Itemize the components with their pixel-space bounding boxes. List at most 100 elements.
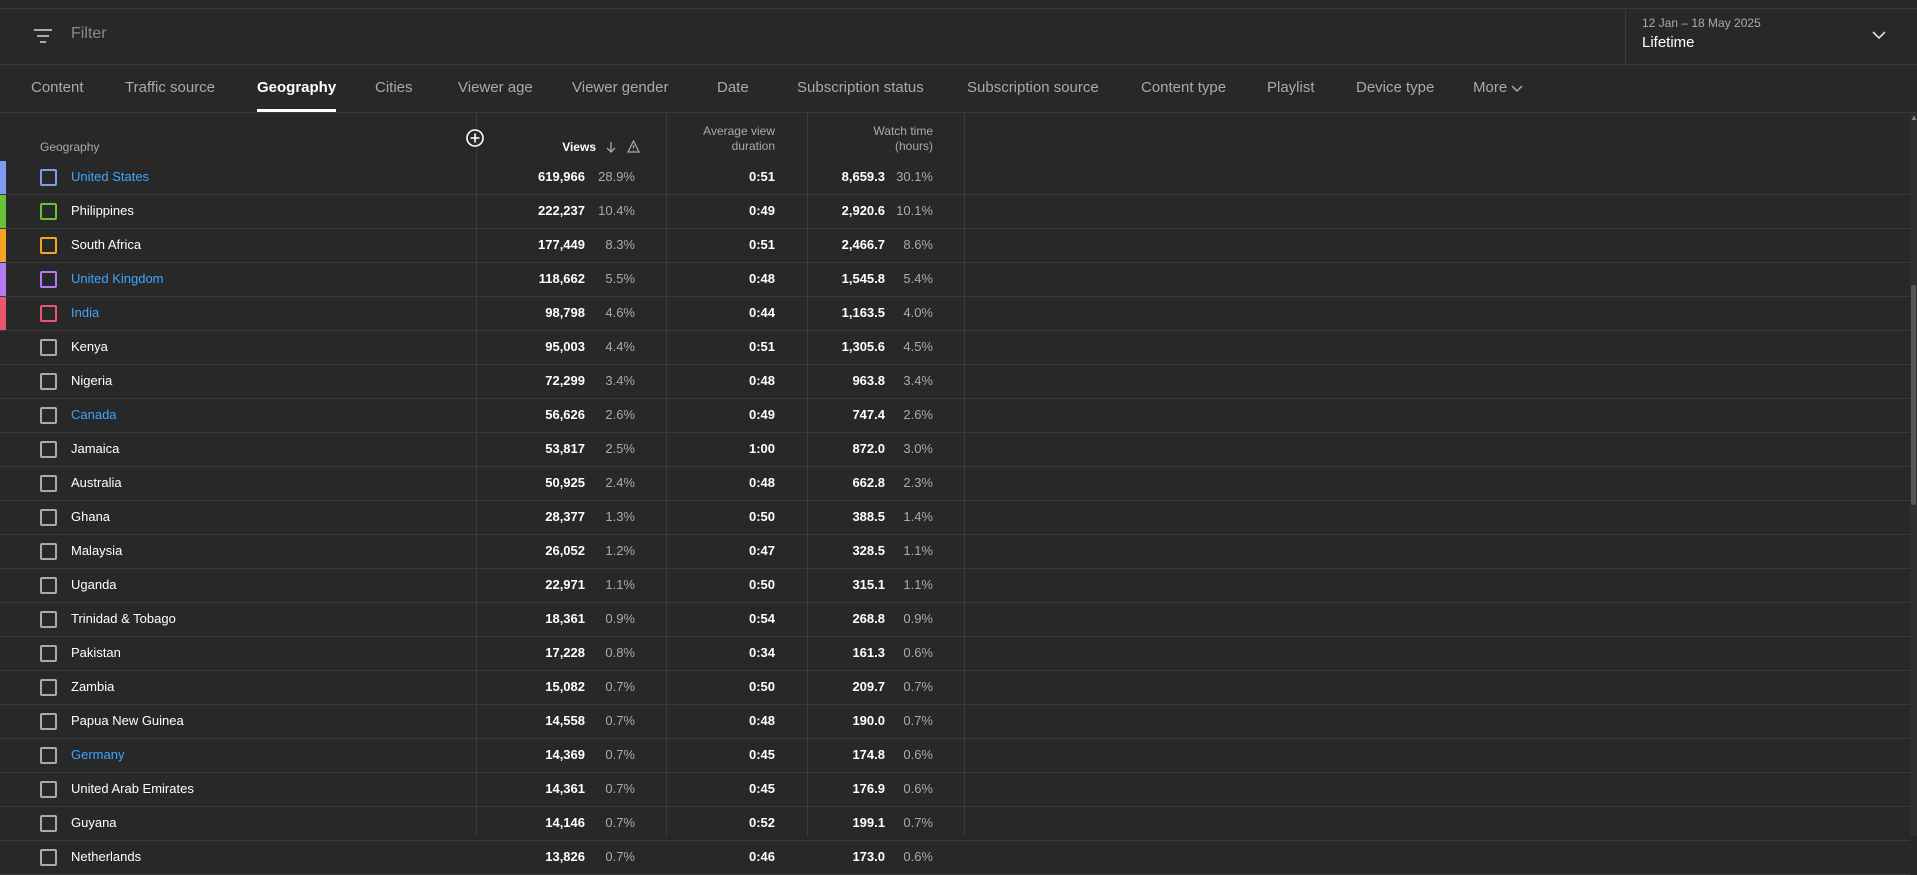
row-checkbox[interactable]	[40, 815, 57, 832]
views-column-header[interactable]: Views	[562, 140, 596, 155]
series-color-bar	[0, 433, 6, 466]
row-checkbox[interactable]	[40, 271, 57, 288]
sort-down-arrow-icon[interactable]	[605, 141, 617, 153]
tab-geography[interactable]: Geography	[257, 65, 337, 112]
table-row[interactable]: Papua New Guinea 14,558 0.7% 0:48 190.0 0.7%	[0, 705, 1910, 739]
row-checkbox[interactable]	[40, 509, 57, 526]
avg-duration-value: 0:50	[748, 679, 775, 694]
tab-date[interactable]: Date	[717, 65, 749, 112]
table-row[interactable]: Australia 50,925 2.4% 0:48 662.8 2.3%	[0, 467, 1910, 501]
row-checkbox[interactable]	[40, 237, 57, 254]
views-percent: 10.4%	[598, 203, 635, 218]
row-checkbox[interactable]	[40, 713, 57, 730]
tab-playlist[interactable]: Playlist	[1267, 65, 1315, 112]
series-color-bar	[0, 807, 6, 840]
row-checkbox[interactable]	[40, 849, 57, 866]
geography-column-header[interactable]: Geography	[40, 140, 99, 155]
watch-time-percent: 0.6%	[903, 645, 933, 660]
country-name[interactable]: Germany	[71, 747, 124, 762]
row-checkbox[interactable]	[40, 203, 57, 220]
series-color-bar	[0, 229, 6, 262]
watch-time-column-header[interactable]: Watch time (hours)	[873, 124, 933, 154]
row-checkbox[interactable]	[40, 645, 57, 662]
tab-content-type[interactable]: Content type	[1141, 65, 1226, 112]
views-percent: 2.5%	[605, 441, 635, 456]
row-checkbox[interactable]	[40, 679, 57, 696]
table-row[interactable]: Zambia 15,082 0.7% 0:50 209.7 0.7%	[0, 671, 1910, 705]
date-range-selector[interactable]: 12 Jan – 18 May 2025 Lifetime	[1625, 8, 1917, 64]
watch-time-value: 173.0	[852, 849, 885, 864]
row-checkbox[interactable]	[40, 781, 57, 798]
views-value: 619,966	[538, 169, 585, 184]
avg-duration-value: 0:50	[748, 577, 775, 592]
row-checkbox[interactable]	[40, 339, 57, 356]
table-row[interactable]: Ghana 28,377 1.3% 0:50 388.5 1.4%	[0, 501, 1910, 535]
views-percent: 1.2%	[605, 543, 635, 558]
views-value: 13,826	[545, 849, 585, 864]
avg-duration-column-header[interactable]: Average view duration	[703, 124, 775, 154]
table-row[interactable]: South Africa 177,449 8.3% 0:51 2,466.7 8.6%	[0, 229, 1910, 263]
table-row[interactable]: United States 619,966 28.9% 0:51 8,659.3 30.1…	[0, 161, 1910, 195]
row-checkbox[interactable]	[40, 747, 57, 764]
avg-duration-value: 0:45	[748, 781, 775, 796]
tab-viewer-age[interactable]: Viewer age	[458, 65, 533, 112]
tab-viewer-gender[interactable]: Viewer gender	[572, 65, 668, 112]
tab-subscription-status[interactable]: Subscription status	[797, 65, 924, 112]
series-color-bar	[0, 637, 6, 670]
warning-icon[interactable]	[627, 140, 640, 153]
table-row[interactable]: Canada 56,626 2.6% 0:49 747.4 2.6%	[0, 399, 1910, 433]
watch-time-percent: 4.5%	[903, 339, 933, 354]
row-checkbox[interactable]	[40, 611, 57, 628]
tab-traffic-source[interactable]: Traffic source	[125, 65, 215, 112]
row-checkbox[interactable]	[40, 543, 57, 560]
table-row[interactable]: United Kingdom 118,662 5.5% 0:48 1,545.8 5.4%	[0, 263, 1910, 297]
row-checkbox[interactable]	[40, 373, 57, 390]
scroll-up-arrow-icon[interactable]: ▲	[1910, 113, 1917, 122]
table-row[interactable]: Uganda 22,971 1.1% 0:50 315.1 1.1%	[0, 569, 1910, 603]
country-name[interactable]: India	[71, 305, 99, 320]
views-percent: 0.7%	[605, 679, 635, 694]
table-row[interactable]: Philippines 222,237 10.4% 0:49 2,920.6 10.1%	[0, 195, 1910, 229]
country-name[interactable]: Canada	[71, 407, 117, 422]
table-row[interactable]: United Arab Emirates 14,361 0.7% 0:45 176.9 0…	[0, 773, 1910, 807]
scrollbar-thumb[interactable]	[1911, 285, 1916, 505]
tab-more[interactable]: More	[1473, 65, 1523, 112]
table-row[interactable]: Jamaica 53,817 2.5% 1:00 872.0 3.0%	[0, 433, 1910, 467]
country-name[interactable]: United States	[71, 169, 149, 184]
table-row[interactable]: Germany 14,369 0.7% 0:45 174.8 0.6%	[0, 739, 1910, 773]
watch-time-percent: 8.6%	[903, 237, 933, 252]
country-name: Trinidad & Tobago	[71, 611, 176, 626]
tab-cities[interactable]: Cities	[375, 65, 413, 112]
row-checkbox[interactable]	[40, 305, 57, 322]
table-row[interactable]: Pakistan 17,228 0.8% 0:34 161.3 0.6%	[0, 637, 1910, 671]
table-row[interactable]: Malaysia 26,052 1.2% 0:47 328.5 1.1%	[0, 535, 1910, 569]
row-checkbox[interactable]	[40, 577, 57, 594]
tab-device-type[interactable]: Device type	[1356, 65, 1434, 112]
country-name[interactable]: United Kingdom	[71, 271, 164, 286]
series-color-bar	[0, 535, 6, 568]
views-percent: 0.7%	[605, 815, 635, 830]
tab-content[interactable]: Content	[31, 65, 84, 112]
row-checkbox[interactable]	[40, 441, 57, 458]
filter-icon[interactable]	[34, 29, 52, 43]
table-row[interactable]: India 98,798 4.6% 0:44 1,163.5 4.0%	[0, 297, 1910, 331]
table-row[interactable]: Trinidad & Tobago 18,361 0.9% 0:54 268.8 0.9%	[0, 603, 1910, 637]
filter-input[interactable]: Filter	[71, 25, 107, 43]
series-color-bar	[0, 671, 6, 704]
row-checkbox[interactable]	[40, 169, 57, 186]
views-percent: 0.8%	[605, 645, 635, 660]
table-row[interactable]: Kenya 95,003 4.4% 0:51 1,305.6 4.5%	[0, 331, 1910, 365]
table-row[interactable]: Nigeria 72,299 3.4% 0:48 963.8 3.4%	[0, 365, 1910, 399]
table-row[interactable]: Netherlands 13,826 0.7% 0:46 173.0 0.6%	[0, 841, 1910, 875]
row-checkbox[interactable]	[40, 475, 57, 492]
series-color-bar	[0, 331, 6, 364]
dimension-tabs: Content Traffic source Geography Cities …	[0, 65, 1917, 113]
avg-duration-value: 0:48	[748, 271, 775, 286]
avg-duration-value: 0:50	[748, 509, 775, 524]
tab-subscription-source[interactable]: Subscription source	[967, 65, 1099, 112]
add-column-icon[interactable]	[465, 128, 485, 148]
views-value: 118,662	[538, 271, 585, 286]
row-checkbox[interactable]	[40, 407, 57, 424]
country-name: Philippines	[71, 203, 134, 218]
watch-time-percent: 5.4%	[903, 271, 933, 286]
